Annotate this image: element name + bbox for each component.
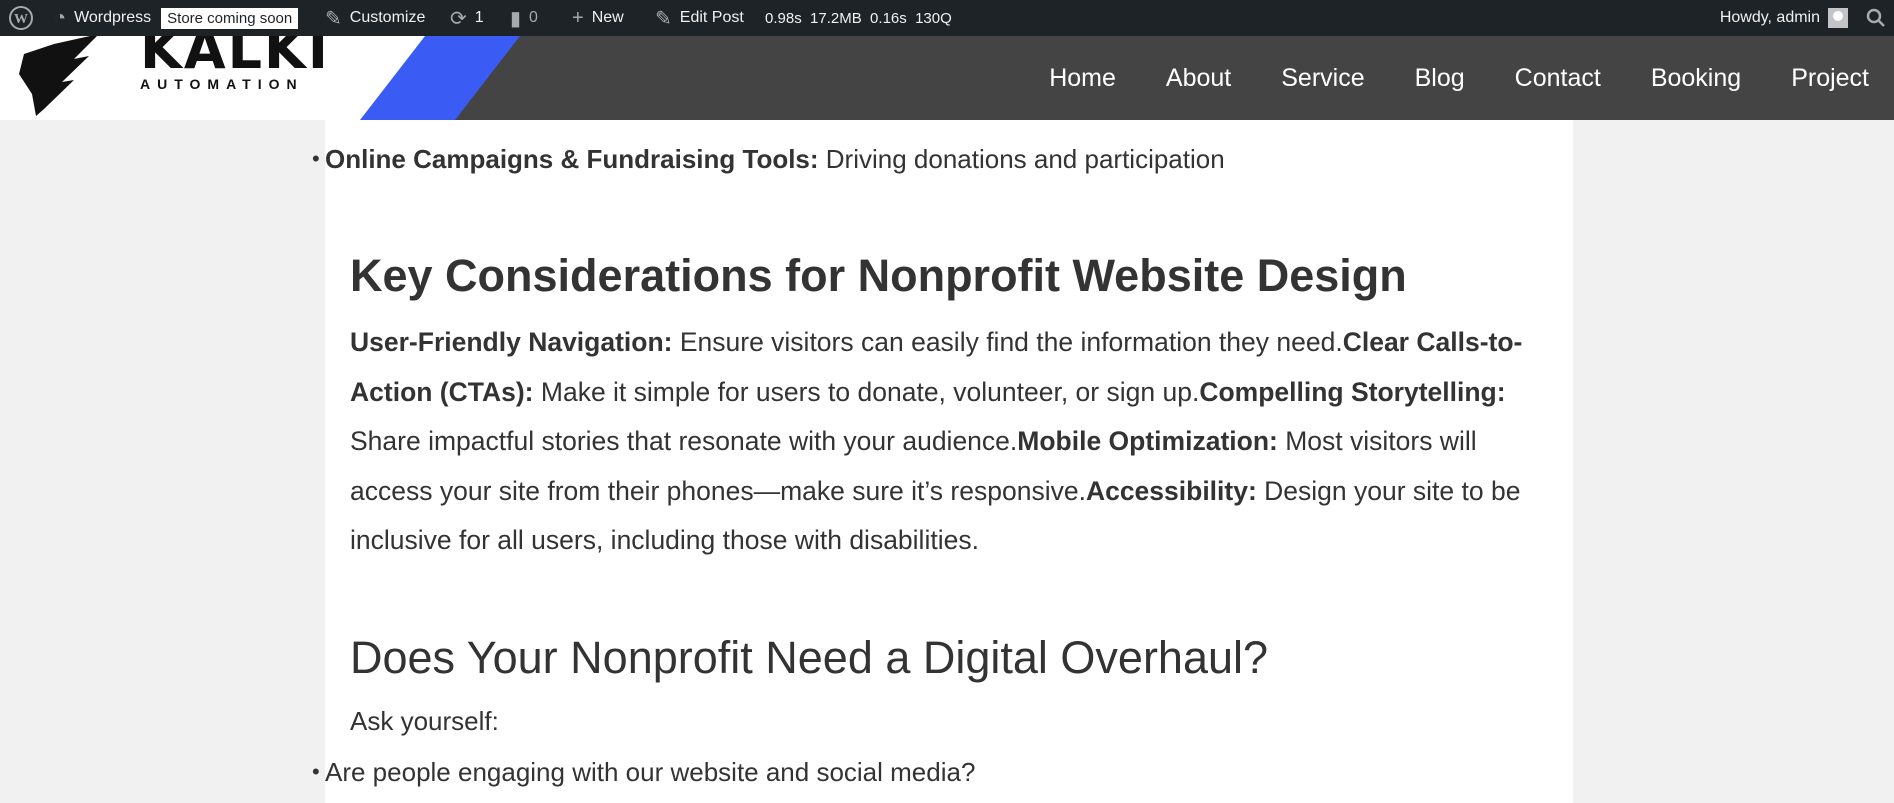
list-item-bold: Online Campaigns & Fundraising Tools:: [325, 144, 819, 174]
updates-icon: ⟳: [450, 7, 467, 30]
updates-count: 1: [474, 9, 484, 26]
nav-about[interactable]: About: [1141, 64, 1256, 93]
new-label: New: [591, 9, 624, 26]
para-bold: Compelling Storytelling:: [1199, 376, 1506, 407]
logo-bird-icon: [19, 36, 99, 116]
svg-text:W: W: [14, 12, 28, 27]
list-item-text: Driving donations and participation: [818, 144, 1225, 174]
bullet-dot: •: [312, 759, 320, 784]
para-bold: Mobile Optimization:: [1017, 426, 1278, 456]
list-item-text: Are people engaging with our website and…: [325, 757, 976, 787]
admin-bar: W ◔ Wordpress Store coming soon ✎ Custom…: [0, 0, 1894, 36]
para-text: Ensure visitors can easily find the info…: [672, 327, 1343, 357]
comments-link[interactable]: ▮ 0: [510, 0, 538, 36]
section-heading-2: Does Your Nonprofit Need a Digital Overh…: [350, 632, 1269, 683]
brush-icon: ✎: [325, 7, 342, 30]
wordpress-logo-icon[interactable]: W: [8, 0, 34, 36]
nav-home[interactable]: Home: [1024, 64, 1141, 93]
updates-link[interactable]: ⟳ 1: [450, 0, 484, 36]
plus-icon: +: [572, 6, 584, 29]
my-account-menu[interactable]: Howdy, admin: [1720, 0, 1848, 36]
nav-blog[interactable]: Blog: [1390, 64, 1490, 93]
bullet-dot: •: [312, 146, 320, 171]
considerations-paragraph: User-Friendly Navigation: Ensure visitor…: [350, 318, 1550, 566]
pencil-icon: ✎: [655, 7, 672, 30]
nav-booking[interactable]: Booking: [1626, 64, 1766, 93]
site-header: KALKI AUTOMATION Home About Service Blog…: [0, 36, 1894, 120]
nav-service[interactable]: Service: [1256, 64, 1389, 93]
howdy-text: Howdy, admin: [1719, 9, 1820, 26]
main-nav: Home About Service Blog Contact Booking …: [1024, 36, 1894, 120]
logo-subtitle: AUTOMATION: [140, 76, 304, 92]
dashboard-icon: ◔: [54, 6, 67, 29]
customize-link[interactable]: ✎ Customize: [325, 0, 425, 36]
para-text: Share impactful stories that resonate wi…: [350, 426, 1018, 456]
site-name: Wordpress: [74, 9, 152, 26]
new-content-menu[interactable]: + New: [572, 0, 624, 36]
para-bold: User-Friendly Navigation:: [350, 327, 673, 357]
list-item: • Are people engaging with our website a…: [312, 755, 976, 789]
nav-project[interactable]: Project: [1766, 64, 1894, 93]
site-name-menu[interactable]: ◔ Wordpress Store coming soon: [54, 0, 299, 36]
para-bold: Accessibility:: [1085, 475, 1257, 506]
edit-post-label: Edit Post: [679, 9, 744, 26]
store-coming-soon-badge[interactable]: Store coming soon: [161, 7, 299, 29]
perf-stats: 0.98s 17.2MB 0.16s 130Q: [765, 9, 952, 27]
section-heading: Key Considerations for Nonprofit Website…: [350, 250, 1407, 301]
nav-contact[interactable]: Contact: [1490, 64, 1626, 93]
ask-text: Ask yourself:: [350, 706, 499, 736]
comment-icon: ▮: [510, 7, 522, 30]
edit-post-link[interactable]: ✎ Edit Post: [655, 0, 744, 36]
para-text: Make it simple for users to donate, volu…: [533, 376, 1200, 407]
list-item: • Online Campaigns & Fundraising Tools: …: [312, 142, 1225, 176]
comments-count: 0: [529, 9, 538, 26]
search-icon[interactable]: [1866, 0, 1886, 36]
avatar: [1828, 8, 1848, 28]
query-monitor[interactable]: 0.98s 17.2MB 0.16s 130Q: [765, 0, 952, 36]
customize-label: Customize: [349, 9, 426, 26]
